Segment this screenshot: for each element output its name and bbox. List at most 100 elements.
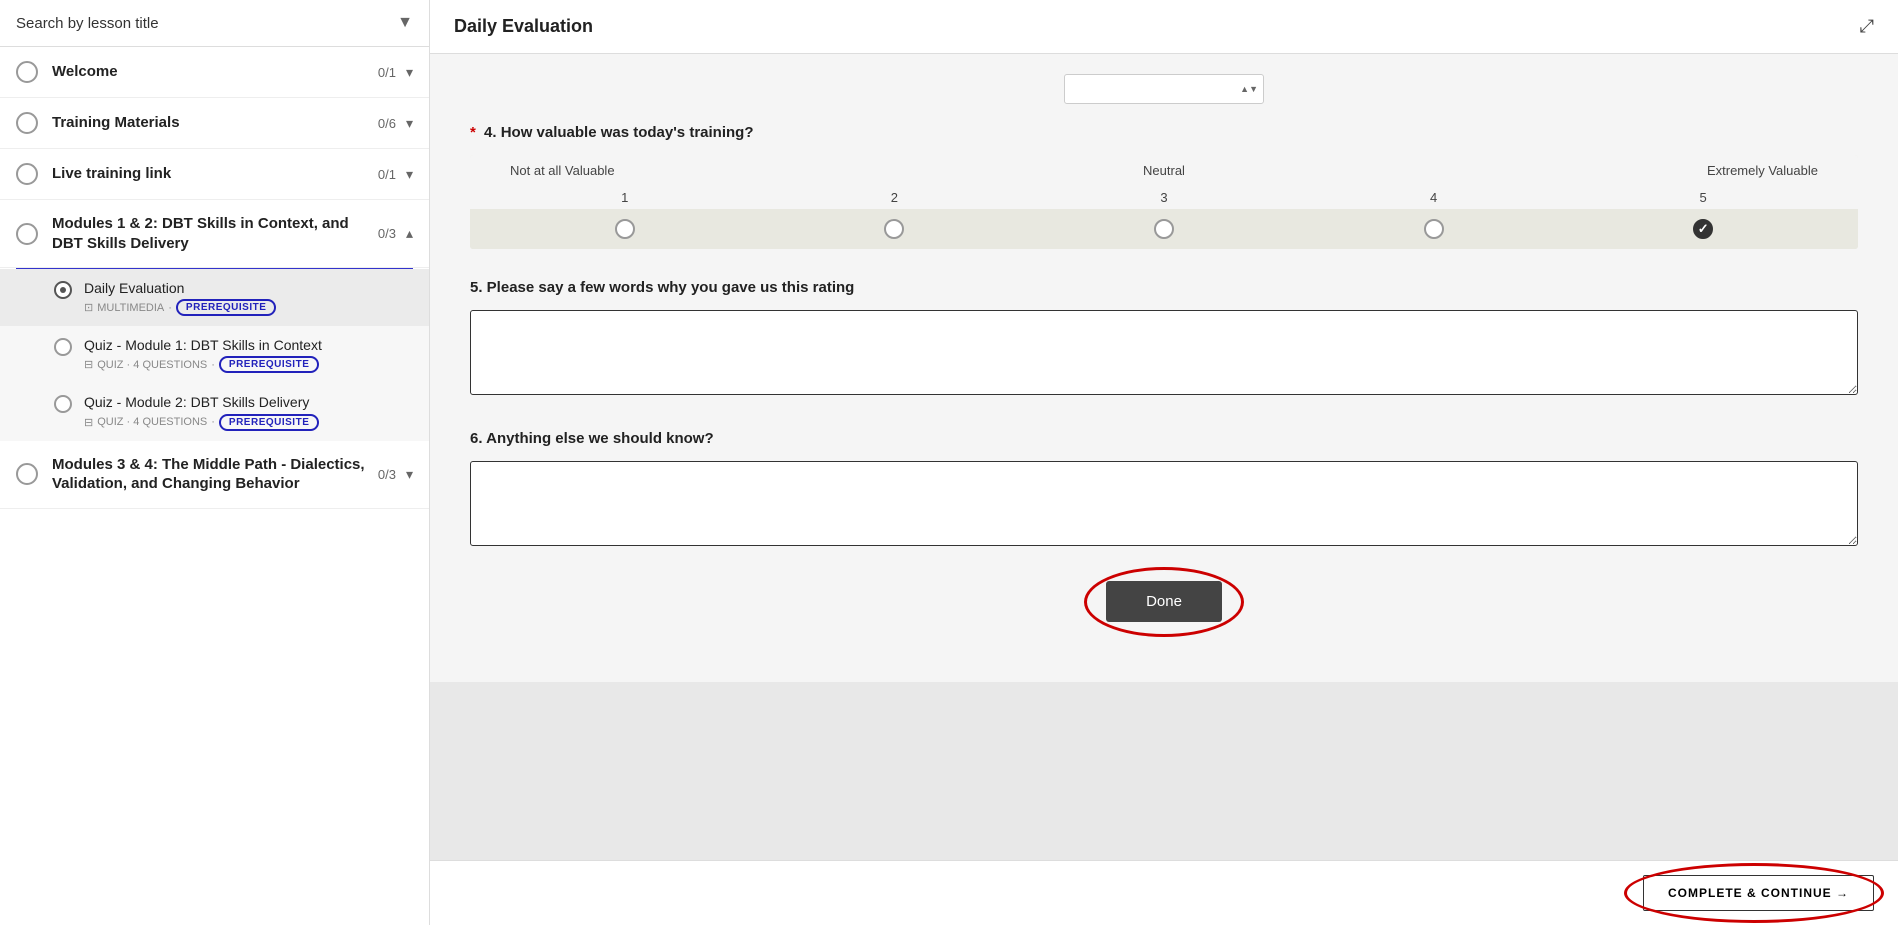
sub-title-quiz-1: Quiz - Module 1: DBT Skills in Context xyxy=(84,336,413,354)
main-content: Daily Evaluation ⤢ * 4. How valuable was… xyxy=(430,0,1898,925)
multimedia-icon: ⊡ xyxy=(84,301,93,314)
radio-3[interactable] xyxy=(1154,219,1174,239)
rating-num-2: 2 xyxy=(760,190,1030,205)
sub-circle-quiz-1 xyxy=(54,338,72,356)
rating-option-3[interactable] xyxy=(1029,219,1299,239)
chevron-training-materials: ▾ xyxy=(406,115,413,132)
rating-options-row xyxy=(470,209,1858,249)
select-wrapper[interactable] xyxy=(1064,74,1264,104)
required-star-4: * xyxy=(470,124,476,141)
rating-option-2[interactable] xyxy=(760,219,1030,239)
sub-text-daily-eval: Daily Evaluation ⊡ MULTIMEDIA · PREREQUI… xyxy=(84,279,413,316)
sub-meta-daily-eval: ⊡ MULTIMEDIA · PREREQUISITE xyxy=(84,299,413,316)
rating-labels-row: Not at all Valuable Neutral Extremely Va… xyxy=(470,155,1858,186)
rating-option-5[interactable] xyxy=(1568,219,1838,239)
prerequisite-badge-quiz-2: PREREQUISITE xyxy=(219,414,319,431)
sub-text-quiz-2: Quiz - Module 2: DBT Skills Delivery ⊟ Q… xyxy=(84,393,413,430)
sub-circle-quiz-2 xyxy=(54,395,72,413)
rating-option-4[interactable] xyxy=(1299,219,1569,239)
nav-circle-modules-3-4 xyxy=(16,463,38,485)
question-6-textarea[interactable] xyxy=(470,461,1858,546)
nav-circle-live-training xyxy=(16,163,38,185)
radio-5[interactable] xyxy=(1693,219,1713,239)
sidebar-item-modules-1-2[interactable]: Modules 1 & 2: DBT Skills in Context, an… xyxy=(0,200,429,268)
question-5-text: 5. Please say a few words why you gave u… xyxy=(470,279,854,296)
sidebar-label-modules-1-2: Modules 1 & 2: DBT Skills in Context, an… xyxy=(52,214,378,253)
sidebar-item-quiz-module-1[interactable]: Quiz - Module 1: DBT Skills in Context ⊟… xyxy=(0,326,429,383)
sidebar-label-modules-3-4: Modules 3 & 4: The Middle Path - Dialect… xyxy=(52,455,378,494)
search-dropdown-arrow: ▼ xyxy=(397,14,413,32)
search-input[interactable]: Search by lesson title xyxy=(16,15,397,32)
prerequisite-badge-daily-eval: PREREQUISITE xyxy=(176,299,276,316)
radio-4[interactable] xyxy=(1424,219,1444,239)
question-6-label: 6. Anything else we should know? xyxy=(470,430,1858,447)
expand-icon[interactable]: ⤢ xyxy=(1860,16,1874,37)
quiz-icon-1: ⊟ xyxy=(84,358,93,371)
quiz-icon-2: ⊟ xyxy=(84,416,93,429)
chevron-modules-3-4: ▾ xyxy=(406,466,413,483)
sub-meta-text-daily-eval: MULTIMEDIA xyxy=(97,302,164,314)
sub-meta-quiz-2: ⊟ QUIZ · 4 QUESTIONS · PREREQUISITE xyxy=(84,414,413,431)
nav-circle-welcome xyxy=(16,61,38,83)
radio-2[interactable] xyxy=(884,219,904,239)
search-bar[interactable]: Search by lesson title ▼ xyxy=(0,0,429,47)
rating-scale: Not at all Valuable Neutral Extremely Va… xyxy=(470,155,1858,249)
sidebar-item-modules-3-4[interactable]: Modules 3 & 4: The Middle Path - Dialect… xyxy=(0,441,429,509)
sub-meta-text-quiz-1: QUIZ · 4 QUESTIONS xyxy=(97,359,207,371)
form-area: * 4. How valuable was today's training? … xyxy=(430,54,1898,860)
main-header: Daily Evaluation ⤢ xyxy=(430,0,1898,54)
sidebar-label-welcome: Welcome xyxy=(52,62,378,82)
prerequisite-badge-quiz-1: PREREQUISITE xyxy=(219,356,319,373)
page-title: Daily Evaluation xyxy=(454,16,593,37)
question-5-block: 5. Please say a few words why you gave u… xyxy=(470,279,1858,400)
question-6-block: 6. Anything else we should know? xyxy=(470,430,1858,551)
chevron-live-training: ▾ xyxy=(406,166,413,183)
question-5-label: 5. Please say a few words why you gave u… xyxy=(470,279,1858,296)
sub-meta-text-quiz-2: QUIZ · 4 QUESTIONS xyxy=(97,416,207,428)
nav-count-modules-1-2: 0/3 xyxy=(378,226,396,241)
question-4-block: * 4. How valuable was today's training? … xyxy=(470,124,1858,249)
rating-label-3: Neutral xyxy=(946,163,1382,178)
sub-text-quiz-1: Quiz - Module 1: DBT Skills in Context ⊟… xyxy=(84,336,413,373)
question-5-textarea[interactable] xyxy=(470,310,1858,395)
top-select[interactable] xyxy=(1064,74,1264,104)
complete-continue-button[interactable]: COMPLETE & CONTINUE → xyxy=(1643,875,1874,911)
rating-label-5: Extremely Valuable xyxy=(1382,163,1838,178)
nav-count-live-training: 0/1 xyxy=(378,167,396,182)
form-inner: * 4. How valuable was today's training? … xyxy=(430,54,1898,682)
sidebar-item-quiz-module-2[interactable]: Quiz - Module 2: DBT Skills Delivery ⊟ Q… xyxy=(0,383,429,440)
sidebar-item-training-materials[interactable]: Training Materials 0/6 ▾ xyxy=(0,98,429,149)
sub-title-quiz-2: Quiz - Module 2: DBT Skills Delivery xyxy=(84,393,413,411)
rating-label-1: Not at all Valuable xyxy=(490,163,946,178)
rating-numbers-row: 1 2 3 4 5 xyxy=(470,186,1858,209)
nav-count-training-materials: 0/6 xyxy=(378,116,396,131)
rating-num-1: 1 xyxy=(490,190,760,205)
question-4-text: 4. How valuable was today's training? xyxy=(484,124,753,141)
done-button-wrapper: Done xyxy=(470,581,1858,622)
sidebar-label-live-training: Live training link xyxy=(52,164,378,184)
rating-num-4: 4 xyxy=(1299,190,1569,205)
nav-count-modules-3-4: 0/3 xyxy=(378,467,396,482)
sidebar-label-training-materials: Training Materials xyxy=(52,113,378,133)
rating-option-1[interactable] xyxy=(490,219,760,239)
sidebar-item-welcome[interactable]: Welcome 0/1 ▾ xyxy=(0,47,429,98)
dot-separator-2: · xyxy=(211,359,215,371)
rating-num-5: 5 xyxy=(1568,190,1838,205)
dot-separator-1: · xyxy=(168,302,172,314)
chevron-welcome: ▾ xyxy=(406,64,413,81)
sub-items-section: Daily Evaluation ⊡ MULTIMEDIA · PREREQUI… xyxy=(0,269,429,441)
sub-title-daily-eval: Daily Evaluation xyxy=(84,279,413,297)
done-button[interactable]: Done xyxy=(1106,581,1222,622)
top-select-row xyxy=(470,74,1858,104)
rating-num-3: 3 xyxy=(1029,190,1299,205)
radio-1[interactable] xyxy=(615,219,635,239)
sidebar-item-daily-eval[interactable]: Daily Evaluation ⊡ MULTIMEDIA · PREREQUI… xyxy=(0,269,429,326)
sub-meta-quiz-1: ⊟ QUIZ · 4 QUESTIONS · PREREQUISITE xyxy=(84,356,413,373)
nav-count-welcome: 0/1 xyxy=(378,65,396,80)
question-6-text: 6. Anything else we should know? xyxy=(470,430,714,447)
sidebar: Search by lesson title ▼ Welcome 0/1 ▾ T… xyxy=(0,0,430,925)
nav-circle-training-materials xyxy=(16,112,38,134)
sub-circle-daily-eval xyxy=(54,281,72,299)
sidebar-item-live-training[interactable]: Live training link 0/1 ▾ xyxy=(0,149,429,200)
dot-separator-3: · xyxy=(211,416,215,428)
